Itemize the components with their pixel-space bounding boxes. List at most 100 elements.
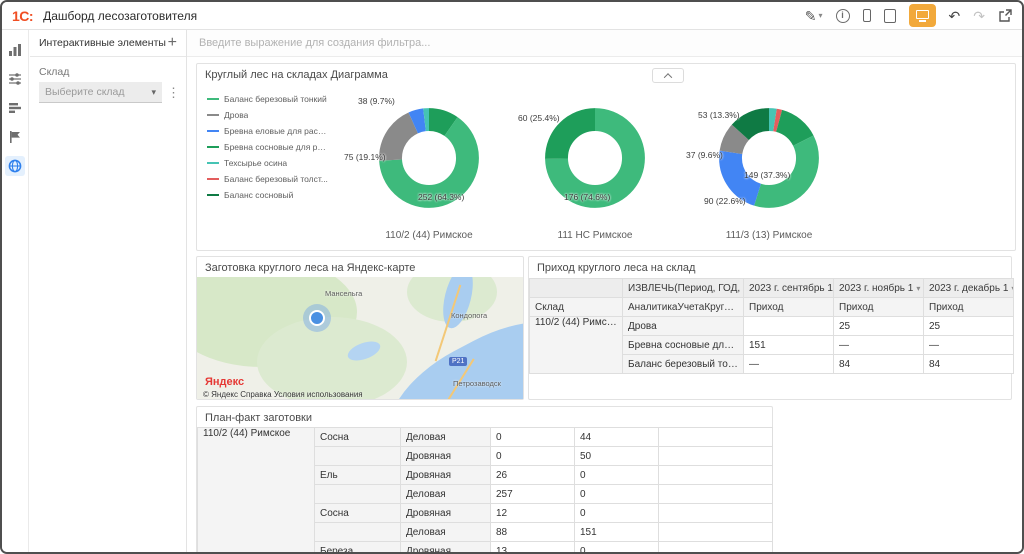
plan-cell: 257	[491, 485, 575, 504]
1c-logo: 1С:	[12, 8, 33, 24]
map-place-label: Мансельга	[325, 289, 362, 298]
grade-cell: Дровяная	[401, 447, 491, 466]
legend-item: Дрова	[207, 110, 329, 120]
map-attribution[interactable]: © Яндекс Справка Условия использования	[203, 390, 363, 399]
species-cell	[315, 485, 401, 504]
legend-item: Баланс березовый толст...	[207, 174, 329, 184]
pencil-icon: ✎	[805, 9, 817, 23]
legend-item: Бревна еловые для распи...	[207, 126, 329, 136]
header-cell-nov[interactable]: 2023 г. ноябрь 1▾	[834, 279, 924, 298]
item-cell: Бревна сосновые для расп...	[623, 336, 744, 355]
page-title: Дашборд лесозаготовителя	[43, 9, 197, 23]
legend-label: Баланс березовый тонкий	[224, 94, 327, 104]
grade-cell: Дровяная	[401, 542, 491, 553]
plan-cell: 12	[491, 504, 575, 523]
legend-marker	[207, 162, 219, 164]
filter-bar	[187, 30, 1022, 57]
legend-item: Техсырье осина	[207, 158, 329, 168]
map-place-label: Петрозаводск	[453, 379, 501, 388]
chart-title: 110/2 (44) Римское	[344, 230, 514, 241]
map-place-label: Кондопога	[451, 311, 487, 320]
empty-cell	[659, 447, 773, 466]
open-external-button[interactable]	[998, 9, 1012, 23]
warehouse-select[interactable]: Выберите склад ▾	[39, 82, 162, 103]
plan-fact-table: 110/2 (44) Римское Сосна Деловая 0 44 Др…	[197, 427, 773, 552]
value-cell: 84	[834, 355, 924, 374]
table-row: 110/2 (44) Римское Дрова 25 25	[530, 317, 1014, 336]
map-panel-title: Заготовка круглого леса на Яндекс-карте	[197, 257, 523, 274]
table-row: 110/2 (44) Римское Сосна Деловая 0 44	[198, 428, 773, 447]
monitor-icon	[916, 10, 929, 19]
data-label: 176 (74.6%)	[564, 192, 610, 202]
header-cell-period[interactable]: ИЗВЛЕЧЬ(Период, ГОД, МЕ...▾	[623, 279, 744, 298]
header-cell-dec[interactable]: 2023 г. декабрь 1▾	[924, 279, 1014, 298]
grade-cell: Деловая	[401, 523, 491, 542]
legend-marker	[207, 130, 219, 132]
empty-cell	[659, 504, 773, 523]
grade-cell: Деловая	[401, 485, 491, 504]
phone-view-button[interactable]	[863, 9, 871, 22]
value-cell: —	[924, 336, 1014, 355]
plan-cell: 13	[491, 542, 575, 553]
tablet-view-button[interactable]	[884, 9, 896, 23]
data-label: 252 (64.3%)	[418, 192, 464, 202]
flag-icon[interactable]	[5, 127, 25, 147]
legend-item: Баланс сосновый	[207, 190, 329, 200]
legend-marker	[207, 178, 219, 180]
donut-chart-2: 60 (25.4%) 176 (74.6%) 111 НС Римское	[510, 78, 680, 248]
empty-cell	[659, 428, 773, 447]
warehouse-cell: 110/2 (44) Римское	[198, 428, 315, 553]
yandex-logo[interactable]: Яндекс	[205, 376, 244, 388]
data-label: 38 (9.7%)	[358, 96, 395, 106]
data-label: 37 (9.6%)	[686, 150, 723, 160]
map-canvas[interactable]: Мансельга Кондопога Петрозаводск Р21 Янд…	[197, 277, 523, 399]
desktop-view-button[interactable]	[909, 4, 936, 27]
header-cell-sep[interactable]: 2023 г. сентябрь 1▾	[744, 279, 834, 298]
topbar-actions: ✎ ▾ i ↶ ↷	[805, 4, 1012, 27]
kebab-menu-icon[interactable]: ⋮	[167, 85, 180, 101]
value-cell	[744, 317, 834, 336]
interactive-elements-sidebar: Интерактивные элементы + Склад Выберите …	[30, 30, 187, 552]
rows-chart-icon[interactable]	[5, 98, 25, 118]
plan-cell: 88	[491, 523, 575, 542]
add-element-button[interactable]: +	[168, 35, 177, 51]
phone-icon	[863, 9, 871, 22]
subheader-cell: Приход	[834, 298, 924, 317]
round-timber-charts-panel: Круглый лес на складах Диаграмма Баланс …	[196, 63, 1016, 251]
grade-cell: Дровяная	[401, 504, 491, 523]
plan-cell: 26	[491, 466, 575, 485]
value-cell: —	[744, 355, 834, 374]
header-cell	[530, 279, 623, 298]
data-label: 75 (19.1%)	[344, 152, 386, 162]
species-cell: Сосна	[315, 428, 401, 447]
subheader-cell: Приход	[744, 298, 834, 317]
dashboard-main: Круглый лес на складах Диаграмма Баланс …	[187, 30, 1022, 552]
data-label: 60 (25.4%)	[518, 113, 560, 123]
info-button[interactable]: i	[836, 9, 850, 23]
donut-rings[interactable]	[717, 106, 821, 210]
fact-cell: 0	[575, 466, 659, 485]
select-placeholder: Выберите склад	[45, 86, 125, 98]
edit-button[interactable]: ✎ ▾	[805, 9, 823, 23]
fact-cell: 0	[575, 504, 659, 523]
filter-input[interactable]	[199, 37, 1010, 49]
column-label: ИЗВЛЕЧЬ(Период, ГОД, МЕ...	[628, 283, 744, 294]
donut-chart-1: 38 (9.7%) 75 (19.1%) 252 (64.3%) 110/2 (…	[344, 78, 514, 248]
income-subheader-row: Склад АналитикаУчетаКруглогоЛ... Приход …	[530, 298, 1014, 317]
item-cell: Дрова	[623, 317, 744, 336]
subheader-cell: Склад	[530, 298, 623, 317]
chart-legend: Баланс березовый тонкий Дрова Бревна ело…	[207, 94, 329, 206]
bar-chart-icon[interactable]	[5, 40, 25, 60]
undo-button[interactable]: ↶	[949, 9, 961, 23]
legend-label: Дрова	[224, 110, 248, 120]
data-label: 149 (37.3%)	[744, 170, 790, 180]
empty-cell	[659, 523, 773, 542]
subheader-cell: АналитикаУчетаКруглогоЛ...	[623, 298, 744, 317]
legend-label: Бревна сосновые для рас...	[224, 142, 329, 152]
map-globe-icon[interactable]	[5, 156, 25, 176]
chart-title: 111/3 (13) Римское	[684, 230, 854, 241]
legend-label: Баланс сосновый	[224, 190, 293, 200]
cluster-marker[interactable]	[309, 310, 325, 326]
sliders-icon[interactable]	[5, 69, 25, 89]
redo-button[interactable]: ↷	[973, 9, 985, 23]
